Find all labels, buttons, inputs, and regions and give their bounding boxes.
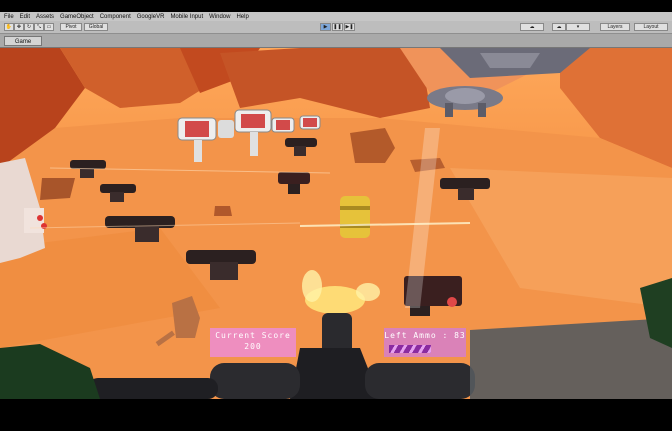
game-scene: [0, 48, 672, 399]
rect-tool-icon[interactable]: ▭: [44, 23, 54, 31]
cloud-icon[interactable]: ☁: [552, 23, 566, 31]
account-dropdown[interactable]: ▾: [566, 23, 590, 31]
ammo-label: Left Ammo : 83: [384, 331, 466, 340]
game-view-header: Game: [0, 34, 672, 48]
move-tool-icon[interactable]: ✥: [14, 23, 24, 31]
layout-dropdown[interactable]: Layout: [634, 23, 668, 31]
letterbox-bottom: [0, 399, 672, 431]
boulder: [214, 206, 232, 216]
ammo-bar: [389, 345, 431, 353]
menu-help[interactable]: Help: [236, 14, 248, 20]
collab-button[interactable]: ☁: [520, 23, 544, 31]
menu-googlevr[interactable]: GoogleVR: [137, 14, 165, 20]
step-icon[interactable]: ▶❚: [344, 23, 355, 31]
menu-component[interactable]: Component: [100, 14, 131, 20]
play-icon[interactable]: ▶: [320, 23, 331, 31]
spaceship-small: [427, 86, 503, 117]
layers-dropdown[interactable]: Layers: [600, 23, 630, 31]
menu-bar: File Edit Assets GameObject Component Go…: [0, 12, 672, 21]
game-viewport[interactable]: Current Score 200 Left Ammo : 83: [0, 48, 672, 399]
menu-window[interactable]: Window: [209, 14, 230, 20]
cockpit-panel-right: [470, 318, 672, 399]
boulder: [40, 178, 75, 200]
target-post: [218, 120, 234, 138]
tab-game[interactable]: Game: [4, 36, 42, 46]
hand-tool-icon[interactable]: ✋: [4, 23, 14, 31]
menu-assets[interactable]: Assets: [36, 14, 54, 20]
pause-icon[interactable]: ❚❚: [332, 23, 343, 31]
score-value: 200: [244, 342, 262, 351]
target-robot: [299, 115, 321, 130]
score-label: Current Score: [215, 331, 291, 340]
pivot-toggle[interactable]: Pivot: [60, 23, 82, 31]
score-panel: Current Score 200: [210, 328, 296, 357]
menu-edit[interactable]: Edit: [20, 14, 30, 20]
menu-file[interactable]: File: [4, 14, 14, 20]
yellow-barrel: [340, 196, 370, 238]
target-robot: [271, 117, 295, 133]
toolbar: ✋ ✥ ↻ ⤡ ▭ Pivot Global ▶ ❚❚ ▶❚ ☁ ☁ ▾ Lay…: [0, 21, 672, 34]
ammo-panel: Left Ammo : 83: [384, 328, 466, 357]
rotate-tool-icon[interactable]: ↻: [24, 23, 34, 31]
menu-mobile-input[interactable]: Mobile Input: [170, 14, 203, 20]
scale-tool-icon[interactable]: ⤡: [34, 23, 44, 31]
global-toggle[interactable]: Global: [84, 23, 108, 31]
cliff-center: [220, 48, 430, 118]
menu-gameobject[interactable]: GameObject: [60, 14, 94, 20]
